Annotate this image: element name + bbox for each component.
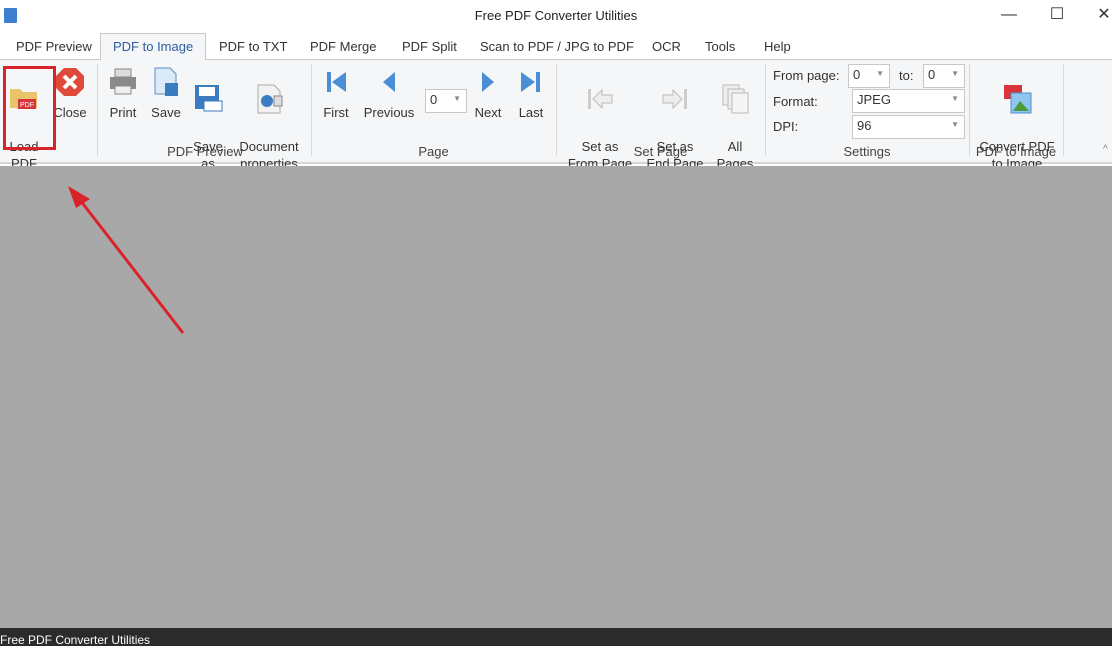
annotation-arrow xyxy=(68,186,185,334)
status-bar: Free PDF Converter Utilities xyxy=(0,628,1112,647)
